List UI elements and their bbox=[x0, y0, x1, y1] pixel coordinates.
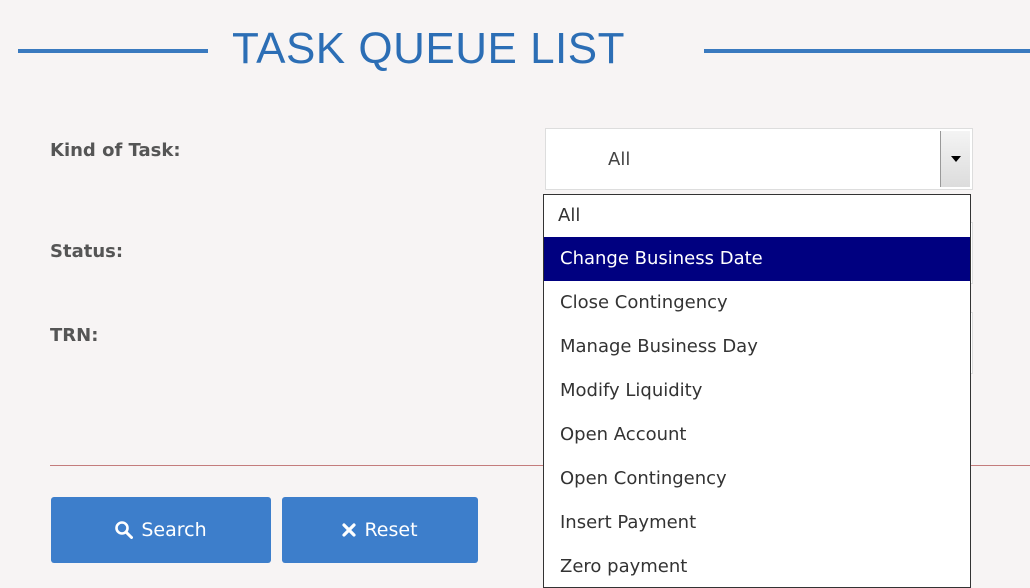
dropdown-arrow-icon[interactable] bbox=[940, 131, 970, 187]
kind-of-task-dropdown-list[interactable]: All Change Business Date Close Contingen… bbox=[543, 194, 971, 588]
reset-button-label: Reset bbox=[364, 519, 418, 541]
status-label: Status: bbox=[50, 241, 124, 262]
reset-button[interactable]: Reset bbox=[282, 497, 478, 563]
dropdown-option-close-contingency[interactable]: Close Contingency bbox=[544, 281, 970, 325]
close-icon bbox=[342, 523, 357, 537]
search-button-label: Search bbox=[141, 519, 207, 541]
trn-label: TRN: bbox=[50, 325, 99, 346]
dropdown-option-change-business-date[interactable]: Change Business Date bbox=[544, 237, 970, 281]
kind-of-task-label: Kind of Task: bbox=[50, 140, 181, 161]
dropdown-option-open-contingency[interactable]: Open Contingency bbox=[544, 457, 970, 501]
page-title: TASK QUEUE LIST bbox=[232, 24, 625, 73]
dropdown-option-zero-payment[interactable]: Zero payment bbox=[544, 545, 970, 587]
title-line-right bbox=[704, 49, 1030, 53]
title-line-left bbox=[18, 49, 208, 53]
dropdown-option-insert-payment[interactable]: Insert Payment bbox=[544, 501, 970, 545]
dropdown-option-all[interactable]: All bbox=[544, 195, 970, 237]
kind-of-task-select[interactable]: All bbox=[545, 128, 973, 190]
kind-of-task-selected-value: All bbox=[608, 149, 631, 170]
dropdown-option-manage-business-day[interactable]: Manage Business Day bbox=[544, 325, 970, 369]
dropdown-option-open-account[interactable]: Open Account bbox=[544, 413, 970, 457]
page-header: TASK QUEUE LIST bbox=[0, 18, 1030, 88]
search-icon bbox=[115, 521, 134, 539]
dropdown-option-modify-liquidity[interactable]: Modify Liquidity bbox=[544, 369, 970, 413]
search-button[interactable]: Search bbox=[51, 497, 271, 563]
